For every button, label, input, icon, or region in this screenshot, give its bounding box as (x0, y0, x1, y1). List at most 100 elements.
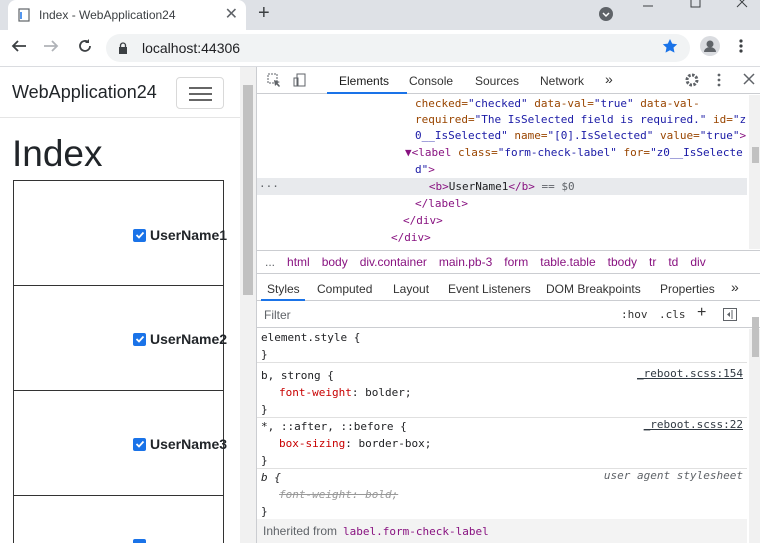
device-toolbar-icon[interactable] (293, 73, 307, 90)
url-text: localhost:44306 (142, 40, 241, 56)
attr-value: "checked" (467, 97, 528, 110)
tab-network[interactable]: Network (540, 74, 584, 88)
breadcrumb-item[interactable]: tr (649, 255, 656, 269)
table-row: UserName3 (133, 436, 227, 452)
breadcrumb-item[interactable]: body (322, 255, 348, 269)
table-row-divider (13, 495, 224, 496)
more-style-tabs-icon[interactable]: » (731, 279, 739, 295)
dom-line[interactable]: ▼<label class="form-check-label" for="z0… (405, 144, 747, 161)
tab-close-icon[interactable]: ✕ (225, 7, 238, 23)
back-icon[interactable] (10, 37, 28, 59)
breadcrumb-item[interactable]: div.container (360, 255, 427, 269)
dom-line-selected[interactable]: ··· <b>UserName1</b> == $0 (257, 178, 747, 195)
devtools-menu-icon[interactable] (717, 73, 721, 90)
devtools-panel: Elements Console Sources Network » check… (256, 67, 760, 543)
elements-tree: checked="checked" data-val="true" data-v… (257, 95, 747, 249)
inspect-element-icon[interactable] (267, 73, 281, 90)
styles-scrollbar-thumb[interactable] (752, 317, 759, 357)
settings-gear-icon[interactable] (685, 73, 699, 90)
dom-line[interactable]: </div> (403, 212, 747, 229)
dom-line[interactable]: </div> (391, 229, 747, 246)
tab-styles[interactable]: Styles (267, 282, 300, 296)
elements-scrollbar-thumb[interactable] (752, 147, 759, 163)
navbar-toggler-button[interactable] (176, 77, 224, 109)
breadcrumb-item[interactable]: div (690, 255, 705, 269)
dom-line[interactable]: d"> (415, 161, 747, 178)
tab-search-icon[interactable] (598, 6, 614, 25)
breadcrumb: ... html body div.container main.pb-3 fo… (257, 250, 760, 274)
elements-scrollbar[interactable] (749, 95, 760, 249)
browser-tab[interactable]: Index - WebApplication24 ✕ (8, 0, 246, 30)
inherited-selector-link[interactable]: label.form-check-label (343, 525, 489, 538)
tab-strip: Index - WebApplication24 ✕ + (0, 0, 760, 30)
style-declaration[interactable]: box-sizing: border-box; (279, 435, 431, 452)
rule-source-link[interactable]: _reboot.scss:154 (637, 367, 743, 380)
is-selected-checkbox[interactable] (133, 539, 146, 543)
attr-name: for= (616, 146, 651, 159)
page-scrollbar-thumb[interactable] (243, 85, 253, 295)
breadcrumb-item[interactable]: table.table (540, 255, 595, 269)
rule-source-link[interactable]: _reboot.scss:22 (644, 418, 743, 431)
profile-avatar-icon[interactable] (700, 36, 720, 60)
dom-line-menu-icon[interactable]: ··· (259, 180, 279, 193)
dom-line[interactable]: </label> (415, 195, 747, 212)
is-selected-checkbox[interactable] (133, 332, 146, 346)
checkmark-icon (135, 231, 144, 239)
rule-selector[interactable]: b, strong { (261, 367, 334, 384)
breadcrumb-item[interactable]: tbody (608, 255, 637, 269)
close-devtools-icon[interactable] (743, 73, 755, 88)
breadcrumb-overflow[interactable]: ... (265, 255, 275, 269)
attr-name: checked= (415, 97, 468, 110)
forward-icon[interactable] (42, 37, 60, 59)
rule-selector[interactable]: *, ::after, ::before { (261, 418, 407, 435)
window-close-icon[interactable] (736, 0, 748, 11)
username-label[interactable]: UserName2 (150, 331, 227, 347)
dom-text-node: UserName1 (448, 180, 509, 193)
tab-dom-breakpoints[interactable]: DOM Breakpoints (546, 282, 641, 296)
more-tabs-icon[interactable]: » (605, 71, 613, 87)
is-selected-checkbox[interactable] (133, 437, 146, 451)
tag-name: </b> (508, 180, 535, 193)
breadcrumb-item[interactable]: main.pb-3 (439, 255, 492, 269)
dom-line[interactable]: checked="checked" data-val="true" data-v… (415, 95, 747, 112)
attr-value: "The IsSelected field is required." (474, 113, 707, 126)
dom-line[interactable]: required="The IsSelected field is requir… (415, 111, 747, 128)
styles-scrollbar[interactable] (749, 329, 760, 543)
navbar-brand[interactable]: WebApplication24 (12, 82, 157, 103)
overridden-declaration[interactable]: font-weight: bold; (279, 486, 398, 503)
browser-menu-icon[interactable] (738, 38, 744, 58)
toggle-sidebar-icon[interactable] (723, 308, 737, 324)
style-declaration[interactable]: font-weight: bolder; (279, 384, 411, 401)
username-label[interactable]: UserName1 (150, 227, 227, 243)
page-icon (18, 8, 30, 22)
rule-selector[interactable]: b { (261, 469, 281, 486)
tag-name: <b> (428, 180, 449, 193)
reload-icon[interactable] (76, 37, 94, 59)
is-selected-checkbox[interactable] (133, 228, 146, 242)
tag-bracket: > (739, 129, 747, 142)
username-label[interactable]: UserName3 (150, 436, 227, 452)
breadcrumb-item[interactable]: td (668, 255, 678, 269)
checkmark-icon (135, 335, 144, 343)
table-row-divider (13, 390, 224, 391)
class-toggle[interactable]: .cls (659, 308, 686, 321)
tab-sources[interactable]: Sources (475, 74, 519, 88)
new-style-rule-button[interactable]: + (697, 304, 706, 322)
rule-selector[interactable]: element.style { (261, 329, 360, 346)
bookmark-star-icon[interactable] (662, 38, 678, 58)
breadcrumb-item[interactable]: form (504, 255, 528, 269)
tab-properties[interactable]: Properties (660, 282, 715, 296)
tab-computed[interactable]: Computed (317, 282, 372, 296)
tab-event-listeners[interactable]: Event Listeners (448, 282, 531, 296)
url-field[interactable]: localhost:44306 (106, 34, 690, 62)
tab-layout[interactable]: Layout (393, 282, 429, 296)
minimize-icon[interactable] (642, 0, 654, 13)
new-tab-button[interactable]: + (258, 2, 270, 25)
tab-elements[interactable]: Elements (339, 74, 389, 88)
hover-state-toggle[interactable]: :hov (621, 308, 648, 321)
dom-line[interactable]: 0__IsSelected" name="[0].IsSelected" val… (415, 127, 747, 144)
maximize-icon[interactable] (690, 0, 702, 11)
styles-filter-input[interactable]: Filter (264, 308, 291, 322)
breadcrumb-item[interactable]: html (287, 255, 310, 269)
tab-console[interactable]: Console (409, 74, 453, 88)
